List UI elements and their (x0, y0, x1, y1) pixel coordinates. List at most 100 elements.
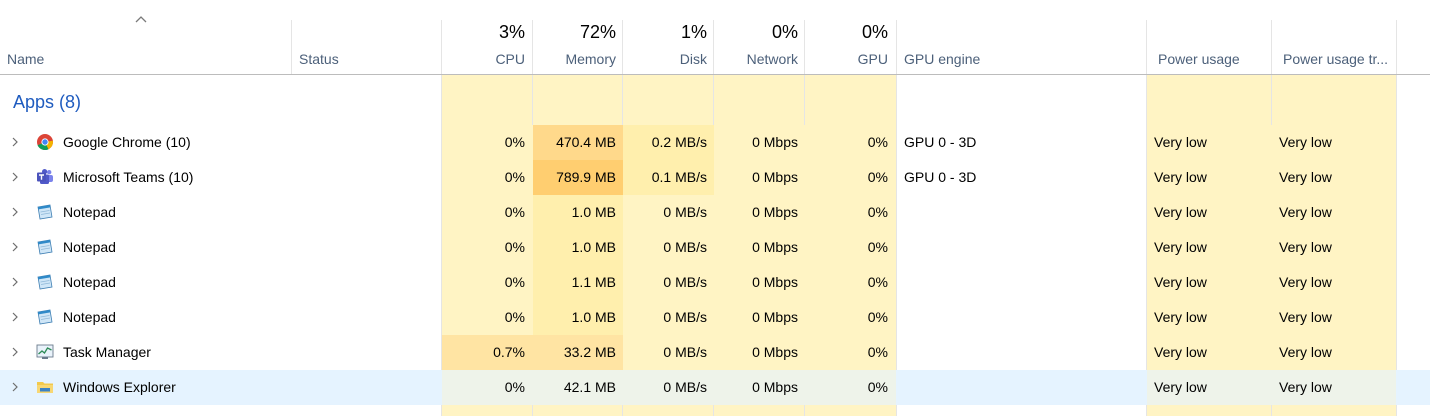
gpu-value: 0% (867, 379, 888, 395)
table-row-7[interactable]: Task Manager 0.7% 33.2 MB 0 MB/s 0 Mbps … (0, 335, 1430, 370)
group-title-apps[interactable]: Apps (8) (13, 92, 81, 113)
header-network[interactable]: Network (714, 51, 798, 67)
power-usage-value: Very low (1154, 239, 1207, 255)
gpu-value: 0% (867, 204, 888, 220)
header-cpu-percent[interactable]: 3% (442, 22, 525, 43)
folder-icon (36, 378, 54, 396)
disk-value: 0.2 MB/s (651, 134, 707, 150)
notepad-icon (36, 203, 54, 221)
header-disk-percent[interactable]: 1% (623, 22, 707, 43)
header-status[interactable]: Status (299, 51, 339, 67)
cpu-value: 0% (504, 169, 525, 185)
power-usage-value: Very low (1154, 274, 1207, 290)
chevron-right-icon[interactable] (10, 137, 20, 147)
header-disk[interactable]: Disk (623, 51, 707, 67)
teams-icon (36, 168, 54, 186)
header-gpu[interactable]: GPU (805, 51, 888, 67)
gpu-engine-value (904, 265, 1140, 300)
chevron-right-icon[interactable] (10, 242, 20, 252)
header-gpu-percent[interactable]: 0% (805, 22, 888, 43)
table-row-8[interactable]: Windows Explorer 0% 42.1 MB 0 MB/s 0 Mbp… (0, 370, 1430, 405)
disk-value: 0 MB/s (663, 344, 707, 360)
gpu-value: 0% (867, 134, 888, 150)
header-gpu-engine[interactable]: GPU engine (904, 51, 980, 67)
gpu-engine-value (904, 230, 1140, 265)
power-usage-value: Very low (1154, 169, 1207, 185)
memory-value: 1.0 MB (571, 204, 616, 220)
table-row-5[interactable]: Notepad 0% 1.1 MB 0 MB/s 0 Mbps 0% Very … (0, 265, 1430, 300)
gpu-engine-value (904, 370, 1140, 405)
network-value: 0 Mbps (752, 309, 798, 325)
chevron-right-icon[interactable] (10, 312, 20, 322)
gpu-value: 0% (867, 344, 888, 360)
network-value: 0 Mbps (752, 134, 798, 150)
process-name: Notepad (63, 204, 116, 220)
chevron-right-icon[interactable] (10, 347, 20, 357)
network-value: 0 Mbps (752, 239, 798, 255)
power-usage-trend-value: Very low (1279, 204, 1332, 220)
cpu-value: 0% (504, 134, 525, 150)
gpu-engine-value: GPU 0 - 3D (904, 134, 977, 150)
power-usage-trend-value: Very low (1279, 309, 1332, 325)
table-row-4[interactable]: Notepad 0% 1.0 MB 0 MB/s 0 Mbps 0% Very … (0, 230, 1430, 265)
gpu-value: 0% (867, 274, 888, 290)
cpu-value: 0% (504, 274, 525, 290)
chevron-right-icon[interactable] (10, 207, 20, 217)
header-power-usage[interactable]: Power usage (1158, 51, 1240, 67)
notepad-icon (36, 238, 54, 256)
header-network-percent[interactable]: 0% (714, 22, 798, 43)
header-power-usage-trend[interactable]: Power usage tr... (1283, 51, 1391, 67)
network-value: 0 Mbps (752, 379, 798, 395)
memory-value: 42.1 MB (563, 379, 616, 395)
chevron-right-icon[interactable] (10, 382, 20, 392)
table-row-1[interactable]: Google Chrome (10) 0% 470.4 MB 0.2 MB/s … (0, 125, 1430, 160)
process-name: Google Chrome (10) (63, 134, 191, 150)
memory-value: 1.0 MB (571, 309, 616, 325)
power-usage-trend-value: Very low (1279, 344, 1332, 360)
power-usage-trend-value: Very low (1279, 274, 1332, 290)
notepad-icon (36, 273, 54, 291)
header-border (0, 74, 1430, 75)
cpu-value: 0% (504, 379, 525, 395)
header-memory[interactable]: Memory (533, 51, 616, 67)
chrome-icon (36, 133, 54, 151)
process-name: Notepad (63, 309, 116, 325)
notepad-icon (36, 308, 54, 326)
disk-value: 0 MB/s (663, 309, 707, 325)
column-divider[interactable] (291, 20, 292, 74)
disk-value: 0 MB/s (663, 239, 707, 255)
gpu-engine-value (904, 335, 1140, 370)
table-row-2[interactable]: Microsoft Teams (10) 0% 789.9 MB 0.1 MB/… (0, 160, 1430, 195)
power-usage-value: Very low (1154, 344, 1207, 360)
cpu-value: 0.7% (493, 344, 525, 360)
power-usage-trend-value: Very low (1279, 379, 1332, 395)
network-value: 0 Mbps (752, 204, 798, 220)
disk-value: 0 MB/s (663, 274, 707, 290)
gpu-engine-value (904, 195, 1140, 230)
network-value: 0 Mbps (752, 169, 798, 185)
power-usage-value: Very low (1154, 204, 1207, 220)
process-name: Microsoft Teams (10) (63, 169, 194, 185)
header-memory-percent[interactable]: 72% (533, 22, 616, 43)
disk-value: 0.1 MB/s (651, 169, 707, 185)
process-name: Windows Explorer (63, 379, 176, 395)
gpu-value: 0% (867, 309, 888, 325)
chevron-right-icon[interactable] (10, 172, 20, 182)
disk-value: 0 MB/s (663, 379, 707, 395)
table-row-6[interactable]: Notepad 0% 1.0 MB 0 MB/s 0 Mbps 0% Very … (0, 300, 1430, 335)
cpu-value: 0% (504, 204, 525, 220)
network-value: 0 Mbps (752, 274, 798, 290)
cpu-value: 0% (504, 309, 525, 325)
task-manager-icon (36, 343, 54, 361)
header-cpu[interactable]: CPU (442, 51, 525, 67)
header-name[interactable]: Name (7, 51, 44, 67)
process-name: Notepad (63, 239, 116, 255)
power-usage-value: Very low (1154, 134, 1207, 150)
chevron-right-icon[interactable] (10, 277, 20, 287)
table-row-3[interactable]: Notepad 0% 1.0 MB 0 MB/s 0 Mbps 0% Very … (0, 195, 1430, 230)
process-name: Task Manager (63, 344, 151, 360)
sort-ascending-icon[interactable] (134, 14, 148, 24)
network-value: 0 Mbps (752, 344, 798, 360)
gpu-engine-value: GPU 0 - 3D (904, 169, 977, 185)
power-usage-trend-value: Very low (1279, 169, 1332, 185)
